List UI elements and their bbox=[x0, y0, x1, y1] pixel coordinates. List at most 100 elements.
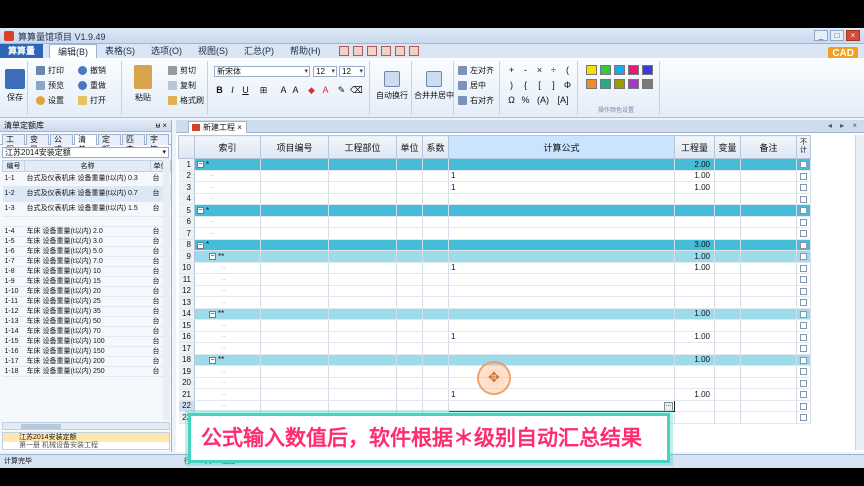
remark-cell[interactable] bbox=[740, 342, 797, 355]
tab-nav-controls[interactable]: ◂ ▸ × bbox=[828, 121, 860, 130]
column-header-exclude[interactable]: 不计 bbox=[796, 135, 811, 159]
quantity-cell[interactable]: 1.00 bbox=[674, 250, 715, 263]
remark-cell[interactable] bbox=[740, 181, 797, 194]
variable-cell[interactable] bbox=[714, 331, 741, 343]
formula-cell[interactable]: 1 bbox=[448, 262, 675, 274]
grid-row[interactable]: 14− ** 1.00 bbox=[178, 308, 811, 320]
color-swatch[interactable] bbox=[586, 65, 597, 75]
coef-cell[interactable] bbox=[422, 158, 449, 171]
unit-cell[interactable] bbox=[396, 204, 423, 217]
row-number[interactable]: 17 bbox=[178, 342, 195, 355]
color-swatch[interactable] bbox=[600, 65, 611, 75]
table-row[interactable]: 1-1 台式及仪表机床 设备重量(t以内) 0.3 台 bbox=[2, 171, 171, 187]
item-code-cell[interactable] bbox=[260, 170, 329, 182]
tab-formula[interactable]: 公式 bbox=[50, 134, 73, 154]
item-code-cell[interactable] bbox=[260, 193, 329, 205]
horizontal-scrollbar[interactable] bbox=[2, 422, 170, 430]
coef-cell[interactable] bbox=[422, 319, 449, 332]
color-swatch[interactable] bbox=[642, 65, 653, 75]
color-swatch[interactable] bbox=[614, 65, 625, 75]
row-number[interactable]: 15 bbox=[178, 319, 195, 332]
coef-cell[interactable] bbox=[422, 181, 449, 194]
redo-button[interactable]: 重做 bbox=[78, 80, 106, 91]
symbol-minus[interactable]: - bbox=[520, 65, 531, 75]
symbol-lparen[interactable]: ( bbox=[562, 65, 573, 75]
quantity-cell[interactable]: 2.00 bbox=[674, 158, 715, 171]
table-row[interactable]: 1-8 车床 设备重量(t以内) 10 台 bbox=[2, 266, 171, 277]
exclude-checkbox[interactable] bbox=[800, 333, 807, 341]
unit-cell[interactable] bbox=[396, 354, 423, 366]
item-code-cell[interactable] bbox=[260, 262, 329, 274]
unit-cell[interactable] bbox=[396, 285, 423, 297]
clear-format-icon[interactable]: ⌫ bbox=[350, 85, 363, 96]
row-number[interactable]: 5 bbox=[178, 204, 195, 217]
remark-cell[interactable] bbox=[740, 273, 797, 286]
variable-cell[interactable] bbox=[714, 388, 741, 401]
exclude-checkbox[interactable] bbox=[800, 207, 807, 215]
unit-cell[interactable] bbox=[396, 331, 423, 343]
coef-cell[interactable] bbox=[422, 239, 449, 251]
remark-cell[interactable] bbox=[740, 204, 797, 217]
unit-cell[interactable] bbox=[396, 227, 423, 240]
index-cell[interactable]: ·· bbox=[194, 273, 261, 286]
color-swatch[interactable] bbox=[628, 79, 639, 89]
location-cell[interactable] bbox=[328, 400, 397, 412]
item-code-cell[interactable] bbox=[260, 342, 329, 355]
index-cell[interactable]: ·· bbox=[194, 342, 261, 355]
grid-row[interactable]: 17 ·· bbox=[178, 342, 811, 355]
row-number[interactable]: 6 bbox=[178, 216, 195, 228]
menu-help[interactable]: 帮助(H) bbox=[282, 44, 329, 58]
table-row[interactable]: 1-2 台式及仪表机床 设备重量(t以内) 0.7 台 bbox=[2, 186, 171, 202]
coef-cell[interactable] bbox=[422, 331, 449, 343]
location-cell[interactable] bbox=[328, 273, 397, 286]
formula-cell[interactable]: 1 bbox=[448, 181, 675, 194]
remark-cell[interactable] bbox=[740, 354, 797, 366]
unit-cell[interactable] bbox=[396, 365, 423, 378]
index-cell[interactable]: ·· bbox=[194, 319, 261, 332]
index-cell[interactable]: ·· bbox=[194, 193, 261, 205]
formula-cell[interactable] bbox=[448, 158, 675, 171]
align-right-button[interactable]: 右对齐 bbox=[458, 95, 494, 106]
table-row[interactable]: 1-3 台式及仪表机床 设备重量(t以内) 1.5 台 bbox=[2, 201, 171, 217]
print-button[interactable]: 打印 bbox=[36, 65, 64, 76]
table-row[interactable]: 1-11 车床 设备重量(t以内) 25 台 bbox=[2, 296, 171, 307]
coef-cell[interactable] bbox=[422, 296, 449, 309]
row-number[interactable]: 22 bbox=[178, 400, 195, 412]
align-center-button[interactable]: 居中 bbox=[458, 80, 486, 91]
index-cell[interactable]: ·· bbox=[194, 216, 261, 228]
coef-cell[interactable] bbox=[422, 204, 449, 217]
location-cell[interactable] bbox=[328, 193, 397, 205]
item-code-cell[interactable] bbox=[260, 365, 329, 378]
collapse-toggle-icon[interactable]: − bbox=[197, 161, 204, 169]
row-number[interactable]: 3 bbox=[178, 181, 195, 194]
item-code-cell[interactable] bbox=[260, 181, 329, 194]
grid-row[interactable]: 8− * 3.00 bbox=[178, 239, 811, 251]
item-code-cell[interactable] bbox=[260, 377, 329, 389]
remark-cell[interactable] bbox=[740, 365, 797, 378]
collapse-toggle-icon[interactable]: − bbox=[197, 207, 204, 215]
exclude-checkbox[interactable] bbox=[800, 379, 807, 387]
item-code-cell[interactable] bbox=[260, 216, 329, 228]
item-code-cell[interactable] bbox=[260, 331, 329, 343]
formula-cell[interactable]: 1 bbox=[448, 331, 675, 343]
coef-cell[interactable] bbox=[422, 227, 449, 240]
row-number[interactable]: 8 bbox=[178, 239, 195, 251]
grid-row[interactable]: 10 ·· 1 1.00 bbox=[178, 262, 811, 274]
tree-item[interactable]: 江苏2014安装定额 bbox=[3, 433, 169, 442]
remark-cell[interactable] bbox=[740, 308, 797, 320]
grid-row[interactable]: 4 ·· bbox=[178, 193, 811, 205]
remark-cell[interactable] bbox=[740, 285, 797, 297]
unit-cell[interactable] bbox=[396, 388, 423, 401]
unit-cell[interactable] bbox=[396, 216, 423, 228]
symbol-times[interactable]: × bbox=[534, 65, 545, 75]
index-cell[interactable]: ·· bbox=[194, 331, 261, 343]
location-cell[interactable] bbox=[328, 331, 397, 343]
location-cell[interactable] bbox=[328, 296, 397, 309]
quantity-cell[interactable]: 1.00 bbox=[674, 308, 715, 320]
variable-cell[interactable] bbox=[714, 354, 741, 366]
grid-row[interactable]: 7 ·· bbox=[178, 227, 811, 240]
exclude-checkbox[interactable] bbox=[800, 310, 807, 318]
index-cell[interactable]: ·· bbox=[194, 388, 261, 401]
exclude-checkbox[interactable] bbox=[800, 287, 807, 295]
exclude-checkbox[interactable] bbox=[800, 184, 807, 192]
